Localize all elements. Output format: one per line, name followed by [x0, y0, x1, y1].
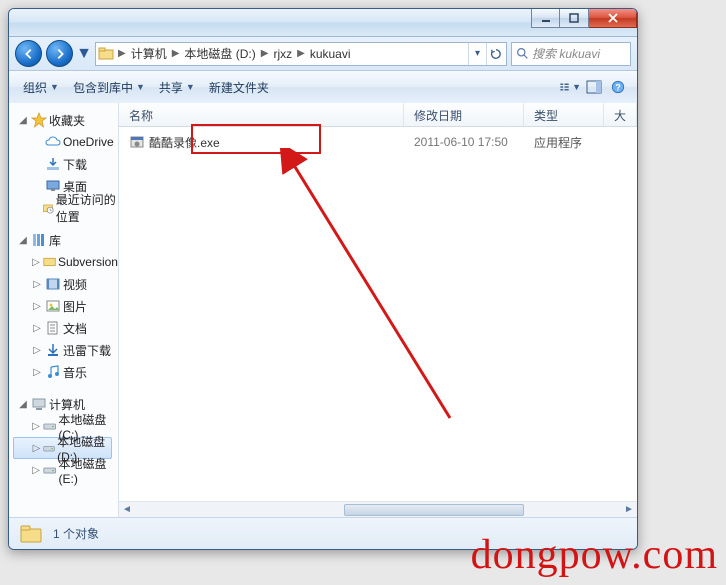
- chevron-down-icon: ▼: [50, 82, 59, 92]
- drive-icon: [43, 440, 55, 456]
- sidebar-item-subversion[interactable]: ▷Subversion: [13, 251, 118, 273]
- file-name: 酷酷录像.exe: [149, 134, 220, 151]
- download-icon: [45, 156, 61, 172]
- breadcrumb-rjxz[interactable]: rjxz: [270, 43, 295, 65]
- chevron-right-icon[interactable]: ▶: [295, 48, 307, 59]
- address-dropdown[interactable]: ▾: [468, 43, 486, 65]
- preview-pane-button[interactable]: [583, 76, 605, 98]
- file-date: 2011-06-10 17:50: [404, 135, 524, 149]
- navigation-pane[interactable]: ◢ 收藏夹 OneDrive 下载 桌面 最近访问的位置 ◢ 库 ▷Subver…: [9, 103, 119, 517]
- organize-menu[interactable]: 组织▼: [17, 77, 65, 98]
- collapse-icon[interactable]: ◢: [17, 399, 29, 410]
- search-icon: [516, 47, 529, 60]
- document-icon: [45, 320, 61, 336]
- column-headers[interactable]: 名称 修改日期 类型 大小: [119, 103, 637, 127]
- column-size[interactable]: 大小: [604, 103, 637, 126]
- include-in-library-menu[interactable]: 包含到库中▼: [67, 77, 151, 98]
- sidebar-item-music[interactable]: ▷音乐: [13, 361, 118, 383]
- column-date[interactable]: 修改日期: [404, 103, 524, 126]
- computer-icon: [31, 396, 47, 412]
- chevron-right-icon[interactable]: ▶: [259, 48, 271, 59]
- nav-row: ▼ ▶ 计算机 ▶ 本地磁盘 (D:) ▶ rjxz ▶ kukuavi ▾ 搜…: [9, 37, 637, 71]
- titlebar[interactable]: [9, 9, 637, 37]
- address-bar[interactable]: ▶ 计算机 ▶ 本地磁盘 (D:) ▶ rjxz ▶ kukuavi ▾: [95, 42, 507, 66]
- folder-icon: [19, 522, 43, 546]
- expand-icon[interactable]: ▷: [31, 345, 43, 356]
- chevron-down-icon: ▼: [186, 82, 195, 92]
- scrollbar-thumb[interactable]: [344, 504, 524, 516]
- music-icon: [45, 364, 61, 380]
- chevron-down-icon: ▼: [572, 82, 581, 92]
- sidebar-item-downloads[interactable]: 下载: [13, 153, 118, 175]
- expand-icon[interactable]: ▷: [31, 367, 43, 378]
- file-pane: 名称 修改日期 类型 大小 酷酷录像.exe 2011-06-10 17:50 …: [119, 103, 637, 517]
- file-type: 应用程序: [524, 134, 604, 151]
- sidebar-item-videos[interactable]: ▷视频: [13, 273, 118, 295]
- svg-text:?: ?: [615, 83, 620, 93]
- maximize-button[interactable]: [560, 8, 589, 28]
- view-options-button[interactable]: ▼: [559, 76, 581, 98]
- library-icon: [31, 232, 47, 248]
- explorer-window: ▼ ▶ 计算机 ▶ 本地磁盘 (D:) ▶ rjxz ▶ kukuavi ▾ 搜…: [8, 8, 638, 550]
- new-folder-button[interactable]: 新建文件夹: [203, 77, 275, 98]
- search-input[interactable]: 搜索 kukuavi: [511, 42, 631, 66]
- expand-icon[interactable]: ▷: [31, 257, 41, 268]
- toolbar: 组织▼ 包含到库中▼ 共享▼ 新建文件夹 ▼ ?: [9, 71, 637, 103]
- history-dropdown[interactable]: ▼: [77, 44, 91, 64]
- sidebar-item-drive-e[interactable]: ▷本地磁盘 (E:): [13, 459, 118, 481]
- horizontal-scrollbar[interactable]: ◄ ►: [119, 501, 637, 517]
- explorer-body: ◢ 收藏夹 OneDrive 下载 桌面 最近访问的位置 ◢ 库 ▷Subver…: [9, 103, 637, 517]
- close-button[interactable]: [589, 8, 637, 28]
- refresh-button[interactable]: [486, 43, 504, 65]
- minimize-button[interactable]: [531, 8, 560, 28]
- breadcrumb-drive-d[interactable]: 本地磁盘 (D:): [181, 43, 258, 65]
- cloud-icon: [45, 134, 61, 150]
- column-name[interactable]: 名称: [119, 103, 404, 126]
- search-placeholder: 搜索 kukuavi: [532, 45, 600, 62]
- sidebar-item-pictures[interactable]: ▷图片: [13, 295, 118, 317]
- video-icon: [45, 276, 61, 292]
- sidebar-item-xunlei[interactable]: ▷迅雷下载: [13, 339, 118, 361]
- sidebar-item-onedrive[interactable]: OneDrive: [13, 131, 118, 153]
- drive-icon: [43, 418, 56, 434]
- drive-icon: [43, 462, 56, 478]
- help-button[interactable]: ?: [607, 76, 629, 98]
- expand-icon[interactable]: ▷: [31, 301, 43, 312]
- file-list[interactable]: 酷酷录像.exe 2011-06-10 17:50 应用程序 ◄ ►: [119, 127, 637, 517]
- chevron-down-icon: ▼: [136, 82, 145, 92]
- expand-icon[interactable]: ▷: [31, 465, 41, 476]
- column-type[interactable]: 类型: [524, 103, 604, 126]
- picture-icon: [45, 298, 61, 314]
- scroll-right-button[interactable]: ►: [621, 502, 637, 517]
- forward-button[interactable]: [46, 40, 73, 67]
- expand-icon[interactable]: ▷: [31, 323, 43, 334]
- breadcrumb-computer[interactable]: 计算机: [128, 43, 170, 65]
- watermark-text: dongpow.com: [471, 531, 718, 579]
- download-icon: [45, 342, 61, 358]
- sidebar-libraries-header[interactable]: ◢ 库: [13, 229, 118, 251]
- sidebar-item-recent[interactable]: 最近访问的位置: [13, 197, 118, 219]
- share-menu[interactable]: 共享▼: [153, 77, 201, 98]
- collapse-icon[interactable]: ◢: [17, 235, 29, 246]
- exe-icon: [129, 134, 145, 150]
- sidebar-item-documents[interactable]: ▷文档: [13, 317, 118, 339]
- folder-icon: [98, 46, 114, 62]
- chevron-right-icon[interactable]: ▶: [170, 48, 182, 59]
- back-button[interactable]: [15, 40, 42, 67]
- recent-icon: [42, 200, 54, 216]
- expand-icon[interactable]: ▷: [31, 279, 43, 290]
- chevron-right-icon[interactable]: ▶: [116, 48, 128, 59]
- status-count: 1 个对象: [53, 525, 99, 542]
- sidebar-favorites-header[interactable]: ◢ 收藏夹: [13, 109, 118, 131]
- collapse-icon[interactable]: ◢: [17, 115, 29, 126]
- folder-icon: [43, 254, 56, 270]
- breadcrumb-kukuavi[interactable]: kukuavi: [307, 43, 354, 65]
- star-icon: [31, 112, 47, 128]
- expand-icon[interactable]: ▷: [32, 443, 41, 454]
- expand-icon[interactable]: ▷: [31, 421, 41, 432]
- file-row[interactable]: 酷酷录像.exe 2011-06-10 17:50 应用程序: [119, 131, 637, 153]
- scroll-left-button[interactable]: ◄: [119, 502, 135, 517]
